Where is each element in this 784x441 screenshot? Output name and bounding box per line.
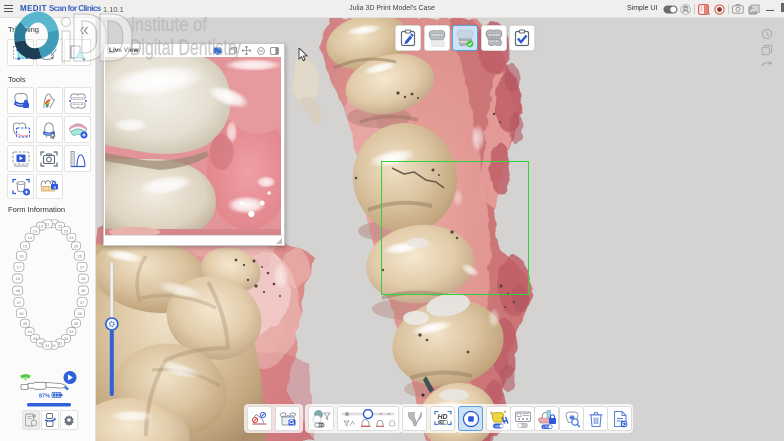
svg-text:41: 41 xyxy=(45,343,50,348)
svg-text:44: 44 xyxy=(27,329,32,334)
svg-text:26: 26 xyxy=(77,253,82,258)
svg-text:18: 18 xyxy=(15,276,20,281)
svg-text:OFF: OFF xyxy=(521,424,529,428)
svg-text:14: 14 xyxy=(27,235,32,240)
svg-text:13: 13 xyxy=(33,228,38,233)
svg-text:ON: ON xyxy=(494,424,500,428)
svg-text:35: 35 xyxy=(74,321,79,326)
svg-text:37: 37 xyxy=(80,300,85,305)
svg-text:31: 31 xyxy=(51,343,56,348)
svg-text:47: 47 xyxy=(17,300,22,305)
svg-text:38: 38 xyxy=(81,288,86,293)
svg-text:24: 24 xyxy=(69,235,74,240)
svg-text:36: 36 xyxy=(77,311,82,316)
svg-text:25: 25 xyxy=(74,243,79,248)
svg-text:ON: ON xyxy=(543,425,549,429)
svg-text:87%: 87% xyxy=(39,394,50,400)
svg-text:33: 33 xyxy=(64,336,69,341)
svg-text:15: 15 xyxy=(23,243,28,248)
svg-text:45: 45 xyxy=(23,321,28,326)
svg-text:16: 16 xyxy=(19,253,24,258)
svg-text:34: 34 xyxy=(69,329,74,334)
svg-text:32: 32 xyxy=(58,341,63,346)
svg-text:28: 28 xyxy=(81,276,86,281)
svg-text:23: 23 xyxy=(64,228,69,233)
svg-text:17: 17 xyxy=(17,264,22,269)
svg-text:48: 48 xyxy=(15,288,20,293)
svg-text:27: 27 xyxy=(80,264,85,269)
svg-text:46: 46 xyxy=(19,311,24,316)
